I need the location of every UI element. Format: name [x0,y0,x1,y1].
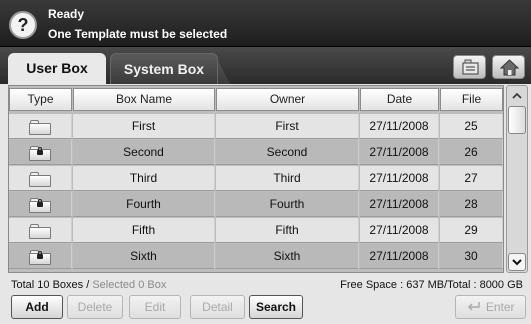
scroll-thumb[interactable] [508,106,526,134]
enter-button[interactable]: Enter [455,295,526,319]
header-date[interactable]: Date [360,88,439,111]
box-count: Total 10 Boxes / Selected 0 Box [11,279,166,291]
chevron-down-icon [512,259,522,266]
folder-tool-icon [462,59,479,75]
add-button[interactable]: Add [11,295,63,319]
table-row[interactable]: Second Second 27/11/2008 26 [9,140,503,166]
cell-file: 30 [440,244,503,269]
locked-folder-icon [29,146,51,161]
cell-owner: Fourth [216,192,359,217]
home-button[interactable] [492,55,525,79]
table-row[interactable]: Third Third 27/11/2008 27 [9,166,503,192]
table-row[interactable]: Fifth Fifth 27/11/2008 29 [9,218,503,244]
folder-icon [29,172,51,187]
cell-box-name: Second [73,140,215,165]
table-row[interactable]: Fourth Fourth 27/11/2008 28 [9,192,503,218]
edit-button[interactable]: Edit [129,295,181,319]
header-type[interactable]: Type [9,88,72,111]
scroll-up-button[interactable] [508,87,526,105]
home-icon [499,59,520,76]
tab-strip: User Box System Box [0,47,531,84]
cell-type [9,192,72,217]
scroll-down-button[interactable] [508,253,526,271]
cell-owner: First [216,114,359,139]
lock-icon [37,199,43,207]
table-row[interactable]: First First 27/11/2008 25 [9,114,503,140]
box-table: Type Box Name Owner Date File First First… [8,85,504,273]
cell-owner: Third [216,166,359,191]
locked-folder-icon [29,250,51,265]
cell-date: 27/11/2008 [360,114,439,139]
enter-arrow-icon [468,302,481,311]
cell-date: 27/11/2008 [360,166,439,191]
cell-owner: Sixth [216,244,359,269]
cell-date: 27/11/2008 [360,192,439,217]
cell-file: 29 [440,218,503,243]
scrollbar[interactable] [506,85,528,273]
cell-box-name: First [73,114,215,139]
lock-icon [37,147,43,155]
question-mark-icon[interactable]: ? [9,11,37,39]
cell-file: 25 [440,114,503,139]
header-box-name[interactable]: Box Name [73,88,215,111]
cell-date: 27/11/2008 [360,140,439,165]
status-title: Ready [48,7,85,21]
cell-owner: Fifth [216,218,359,243]
folder-tool-button[interactable] [453,55,486,79]
cell-type [9,218,72,243]
chevron-up-icon [512,92,522,99]
tab-user-box[interactable]: User Box [8,53,106,84]
cell-date: 27/11/2008 [360,218,439,243]
folder-icon [29,120,51,135]
header-file[interactable]: File [440,88,503,111]
search-button[interactable]: Search [249,295,303,319]
cell-type [9,166,72,191]
cell-owner: Second [216,140,359,165]
free-space: Free Space : 637 MB/Total : 8000 GB [340,279,523,291]
header-owner[interactable]: Owner [216,88,359,111]
cell-type [9,114,72,139]
cell-file: 27 [440,166,503,191]
cell-type [9,140,72,165]
cell-box-name: Fourth [73,192,215,217]
cell-box-name: Sixth [73,244,215,269]
enter-label: Enter [485,300,515,314]
cell-file: 26 [440,140,503,165]
status-bar: ? Ready One Template must be selected [0,0,531,47]
cell-date: 27/11/2008 [360,244,439,269]
status-message: One Template must be selected [48,27,228,41]
folder-icon [29,224,51,239]
lock-icon [37,251,43,259]
cell-file: 28 [440,192,503,217]
detail-button[interactable]: Detail [190,295,245,319]
selected-boxes: Selected 0 Box [92,279,167,291]
cell-box-name: Fifth [73,218,215,243]
cell-box-name: Third [73,166,215,191]
table-header: Type Box Name Owner Date File [9,86,503,113]
tab-system-box[interactable]: System Box [110,53,218,84]
total-boxes: Total 10 Boxes / [11,279,90,291]
delete-button[interactable]: Delete [67,295,123,319]
locked-folder-icon [29,198,51,213]
cell-type [9,244,72,269]
table-row[interactable]: Sixth Sixth 27/11/2008 30 [9,244,503,270]
